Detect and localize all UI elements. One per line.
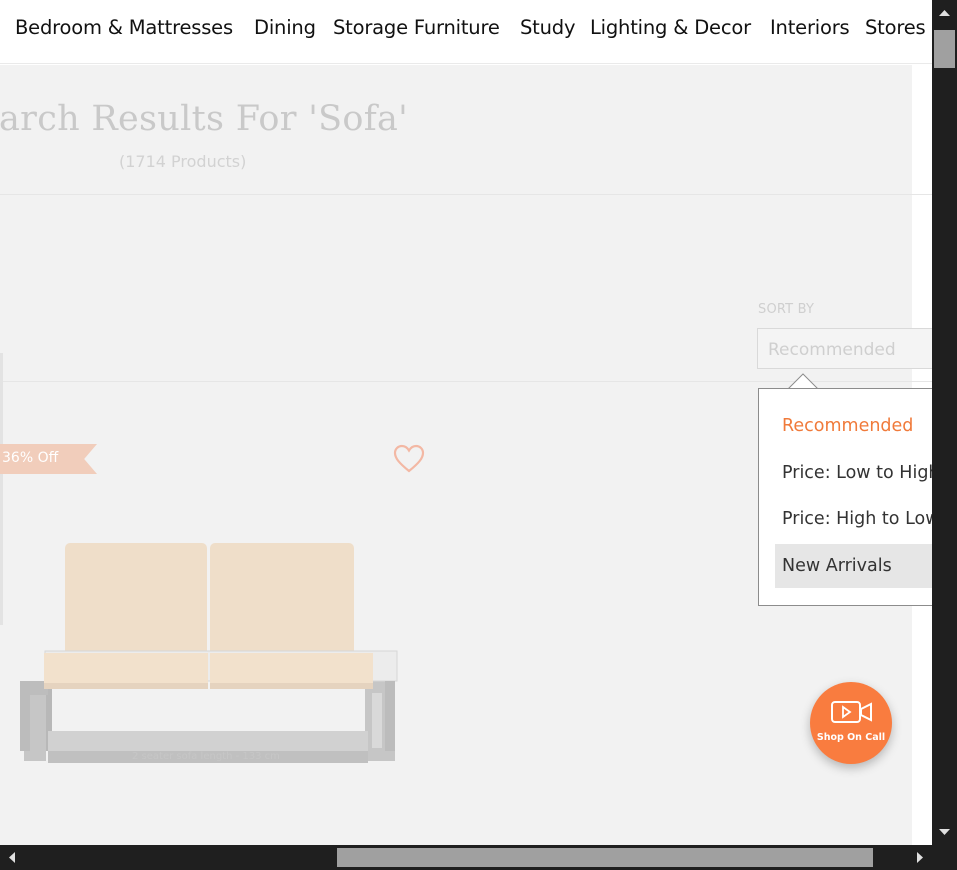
scroll-down-arrow-icon[interactable] [938,826,951,838]
sort-dropdown-menu: Recommended Price: Low to High Price: Hi… [758,388,957,606]
divider [0,194,932,195]
product-count: (1714 Products) [119,152,247,171]
shop-on-call-button[interactable]: Shop On Call [810,682,892,764]
discount-badge: 36% Off [0,444,97,474]
product-caption: 2 seater sofa length - 133 cm [132,751,280,762]
shop-on-call-label: Shop On Call [816,732,886,743]
nav-item-interiors[interactable]: Interiors [770,16,850,39]
nav-item-study[interactable]: Study [520,16,576,39]
scroll-up-arrow-icon[interactable] [938,7,951,19]
sort-option-price-high-low[interactable]: Price: High to Low [775,497,957,541]
page-title: earch Results For 'Sofa' [0,99,409,139]
sort-option-price-low-high[interactable]: Price: Low to High [775,451,957,495]
sort-option-new-arrivals[interactable]: New Arrivals [775,544,957,588]
horizontal-scroll-thumb[interactable] [337,848,873,867]
sort-option-recommended[interactable]: Recommended [775,404,957,448]
video-camera-icon [831,701,872,723]
nav-item-lighting-decor[interactable]: Lighting & Decor [590,16,751,39]
discount-label: 36% Off [2,450,59,466]
scrollbar-corner [932,845,957,870]
sort-select[interactable]: Recommended [757,328,932,369]
filter-panel-edge [0,353,3,625]
nav-item-stores[interactable]: Stores [865,16,926,39]
product-image-sofa[interactable] [20,535,400,770]
top-navigation: Bedroom & Mattresses Dining Storage Furn… [0,0,932,64]
heart-icon[interactable] [393,444,425,474]
scroll-right-arrow-icon[interactable] [914,851,926,864]
horizontal-scrollbar[interactable] [0,845,932,870]
nav-item-bedroom-mattresses[interactable]: Bedroom & Mattresses [15,16,233,39]
scroll-left-arrow-icon[interactable] [6,851,18,864]
vertical-scroll-thumb[interactable] [934,30,955,68]
nav-item-storage-furniture[interactable]: Storage Furniture [333,16,500,39]
dropdown-pointer [788,373,818,389]
sort-by-label: SORT BY [758,302,815,317]
nav-item-dining[interactable]: Dining [254,16,316,39]
vertical-scrollbar[interactable] [932,0,957,845]
sort-select-value: Recommended [768,340,896,360]
